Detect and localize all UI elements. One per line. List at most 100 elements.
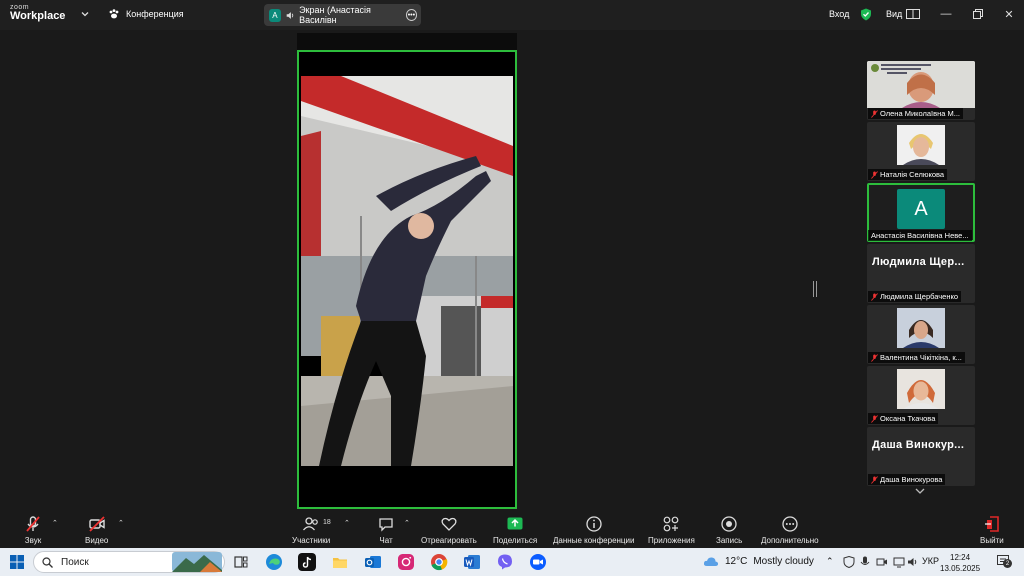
share-screen-icon: [507, 517, 523, 530]
screen-share-indicator[interactable]: A Экран (Анастасія Василівн •••: [264, 4, 421, 26]
participant-avatar: A: [897, 189, 945, 229]
record-icon: [721, 516, 737, 532]
meeting-toolbar: Звук ⌃ Видео ⌃ Участники 18 ⌃ Чат ⌃ Отре…: [0, 511, 1024, 548]
apps-button[interactable]: Приложения: [648, 515, 695, 545]
participant-video: [867, 61, 975, 108]
zoom-app-icon[interactable]: [529, 553, 547, 571]
participant-big-name: Даша Винокур...: [872, 439, 965, 451]
video-options-caret-icon[interactable]: ⌃: [118, 519, 124, 527]
info-label: Данные конференции: [553, 536, 635, 545]
participants-icon: [303, 517, 318, 531]
participant-tile[interactable]: Наталія Селюкова: [867, 122, 975, 181]
participant-big-name: Людмила Щер...: [872, 256, 965, 268]
cloud-icon: [703, 557, 719, 566]
windows-start-icon[interactable]: [8, 553, 26, 571]
clock-date: 13.05.2025: [940, 564, 981, 573]
windows-taskbar: Поиск 12°C Mostly cloudy ⌃ УКР 12:24 13.…: [0, 548, 1024, 576]
edge-browser-icon[interactable]: [265, 553, 283, 571]
participant-name-bar: Людмила Щербаченко: [868, 291, 961, 302]
participant-name: Валентина Чікіткіна, к...: [880, 353, 962, 362]
chat-button[interactable]: Чат: [377, 515, 395, 545]
participant-name-bar: Анастасія Василівна Неве...: [868, 230, 972, 241]
participant-tile[interactable]: Людмила Щер... Людмила Щербаченко: [867, 244, 975, 303]
panel-resize-handle[interactable]: [813, 281, 817, 297]
restore-icon[interactable]: [972, 8, 984, 20]
title-bar: zoom Workplace Конференция A Экран (Анас…: [0, 0, 1024, 30]
scroll-down-chevron-icon[interactable]: [915, 487, 925, 495]
search-placeholder: Поиск: [61, 556, 89, 568]
tray-overflow-chevron-icon[interactable]: ⌃: [826, 556, 834, 567]
notification-center-button[interactable]: 2: [997, 555, 1012, 568]
meeting-info-button[interactable]: Конференция: [108, 8, 184, 20]
mic-muted-icon: [871, 475, 878, 484]
network-icon[interactable]: [893, 556, 905, 568]
video-off-icon: [88, 516, 105, 532]
participant-video: [897, 369, 945, 409]
file-explorer-icon[interactable]: [331, 553, 349, 571]
audio-button[interactable]: Звук: [24, 515, 42, 545]
paw-icon: [109, 9, 119, 19]
task-view-icon[interactable]: [232, 553, 250, 571]
chevron-down-icon[interactable]: [80, 9, 90, 19]
mic-muted-icon: [871, 292, 878, 301]
heart-icon: [441, 517, 457, 531]
volume-icon[interactable]: [907, 556, 919, 568]
participants-label: Участники: [292, 536, 331, 545]
chrome-icon[interactable]: [430, 553, 448, 571]
participant-tile[interactable]: Олена Миколаївна М...: [867, 61, 975, 120]
speaker-icon: [286, 11, 294, 19]
language-indicator[interactable]: УКР: [922, 556, 939, 566]
view-grid-icon: [906, 9, 921, 19]
viber-icon[interactable]: [496, 553, 514, 571]
mic-muted-icon: [871, 414, 878, 423]
record-button[interactable]: Запись: [716, 515, 742, 545]
participants-caret-icon[interactable]: ⌃: [344, 519, 350, 527]
video-label: Видео: [85, 536, 109, 545]
share-title: Экран (Анастасія Василівн: [299, 5, 371, 25]
mic-muted-icon: [871, 353, 878, 362]
minimize-icon[interactable]: —: [940, 8, 952, 20]
participant-name-bar: Даша Винокурова: [868, 474, 946, 485]
more-button[interactable]: Дополнительно: [761, 515, 819, 545]
weather-widget[interactable]: 12°C Mostly cloudy: [703, 555, 814, 567]
close-icon[interactable]: ✕: [1003, 8, 1015, 21]
instagram-icon[interactable]: [397, 553, 415, 571]
participant-tile-active-speaker[interactable]: A Анастасія Василівна Неве...: [867, 183, 975, 242]
search-highlight-mountain-icon: [172, 552, 222, 572]
participant-tile[interactable]: Оксана Ткачова: [867, 366, 975, 425]
weather-condition: Mostly cloudy: [753, 555, 814, 567]
microphone-tray-icon[interactable]: [860, 556, 870, 568]
shared-screen-video[interactable]: [297, 50, 517, 509]
sharer-avatar: A: [269, 8, 281, 22]
more-options-icon[interactable]: •••: [405, 9, 417, 21]
taskbar-search-input[interactable]: Поиск: [33, 551, 225, 573]
participant-tile[interactable]: Валентина Чікіткіна, к...: [867, 305, 975, 364]
participant-tile[interactable]: Даша Винокур... Даша Винокурова: [867, 427, 975, 486]
word-icon[interactable]: [463, 553, 481, 571]
chat-caret-icon[interactable]: ⌃: [404, 519, 410, 527]
security-shield-icon[interactable]: [860, 8, 872, 21]
audio-options-caret-icon[interactable]: ⌃: [52, 519, 58, 527]
apps-icon: [664, 516, 679, 532]
more-dots-icon: [782, 516, 798, 532]
share-screen-button[interactable]: Поделиться: [493, 515, 537, 545]
leave-button[interactable]: Выйти: [980, 515, 1004, 545]
clock-time: 12:24: [950, 553, 971, 562]
meeting-info-tool-button[interactable]: Данные конференции: [553, 515, 634, 545]
outlook-icon[interactable]: [364, 553, 382, 571]
chat-icon: [379, 518, 393, 532]
participant-name: Оксана Ткачова: [880, 414, 936, 423]
system-clock[interactable]: 12:24 13.05.2025: [940, 552, 980, 574]
record-label: Запись: [716, 536, 743, 545]
view-menu-button[interactable]: Вид: [886, 9, 921, 19]
video-button[interactable]: Видео: [85, 515, 108, 545]
mic-muted-icon: [871, 109, 878, 118]
signin-link[interactable]: Вход: [829, 9, 849, 19]
camera-tray-icon[interactable]: [876, 556, 888, 568]
tiktok-icon[interactable]: [298, 553, 316, 571]
view-label: Вид: [886, 9, 903, 19]
reactions-button[interactable]: Отреагировать: [421, 515, 477, 545]
apps-label: Приложения: [648, 536, 695, 545]
participant-name: Наталія Селюкова: [880, 170, 945, 179]
shield-tray-icon[interactable]: [843, 556, 855, 568]
